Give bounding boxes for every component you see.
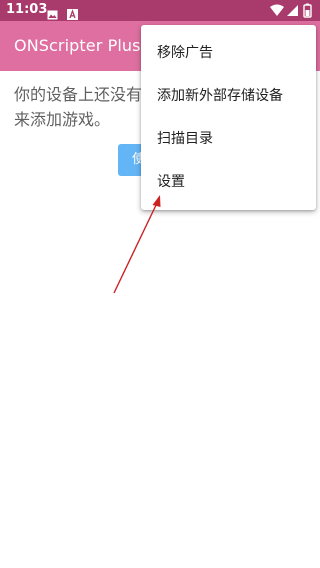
status-right-icons bbox=[270, 3, 314, 18]
menu-item-remove-ads[interactable]: 移除广告 bbox=[141, 32, 316, 75]
overflow-menu: 移除广告 添加新外部存储设备 扫描目录 设置 bbox=[141, 25, 316, 210]
wifi-icon bbox=[270, 4, 284, 16]
signal-icon bbox=[287, 5, 298, 16]
battery-icon bbox=[303, 3, 312, 18]
app-title: ONScripter Plus bbox=[14, 36, 141, 55]
menu-item-add-external-storage[interactable]: 添加新外部存储设备 bbox=[141, 75, 316, 118]
status-time: 11:03 bbox=[6, 2, 48, 17]
menu-item-scan-directory[interactable]: 扫描目录 bbox=[141, 118, 316, 161]
status-bar: 11:03 bbox=[0, 0, 320, 21]
menu-item-settings[interactable]: 设置 bbox=[141, 161, 316, 204]
